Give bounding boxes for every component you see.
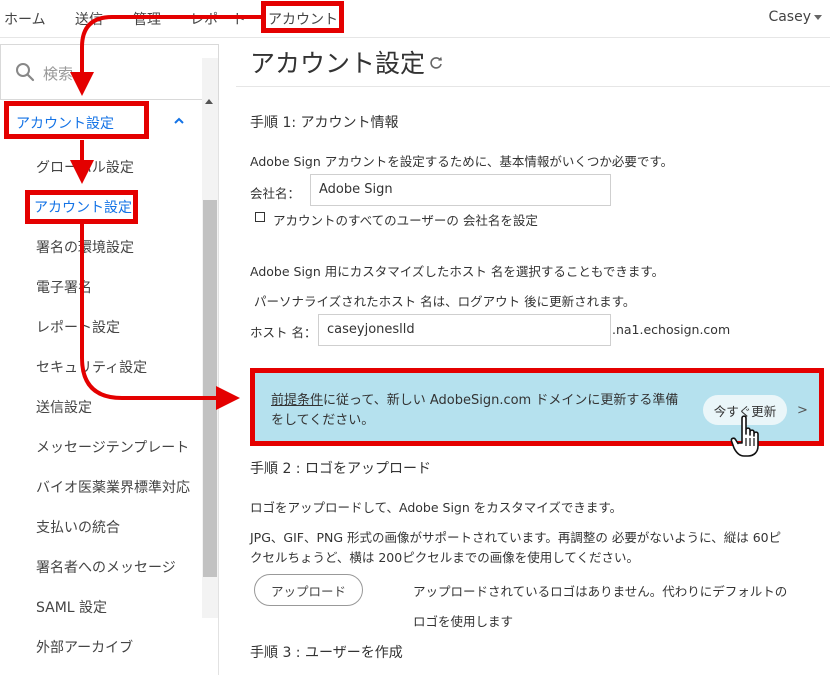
page-title: アカウント設定 <box>250 49 426 78</box>
host-description-2: パーソナライズされたホスト 名は、ログアウト 後に更新されます。 <box>254 294 636 309</box>
sidebar: 検索 アカウント設定 グローバル設定 アカウント設定 署名の環境設定 電子署名 … <box>0 44 219 675</box>
sidebar-item-payments[interactable]: 支払いの統合 <box>36 517 120 537</box>
sidebar-item-send-settings[interactable]: 送信設定 <box>36 397 92 417</box>
upload-logo-button[interactable]: アップロード <box>254 574 363 606</box>
chevron-down-icon <box>814 14 822 20</box>
sidebar-item-external-archive[interactable]: 外部アーカイブ <box>36 637 133 657</box>
refresh-icon[interactable] <box>428 55 444 71</box>
hand-cursor-icon <box>730 415 759 457</box>
sidebar-item-report-settings[interactable]: レポート設定 <box>36 317 120 337</box>
company-name-label: 会社名： <box>250 186 301 201</box>
sidebar-section-account-settings[interactable]: アカウント設定 <box>0 102 202 144</box>
company-name-input[interactable]: Adobe Sign <box>310 174 611 206</box>
nav-reports[interactable]: レポート <box>190 9 246 29</box>
sidebar-item-account-settings[interactable]: アカウント設定 <box>34 197 132 217</box>
no-logo-text-2: ロゴを使用します <box>413 614 514 629</box>
user-name: Casey <box>768 9 811 25</box>
search-box[interactable]: 検索 <box>0 44 219 100</box>
user-menu[interactable]: Casey <box>768 9 822 25</box>
sidebar-item-e-signatures[interactable]: 電子署名 <box>36 277 92 297</box>
banner-next-arrow[interactable]: > <box>797 403 808 418</box>
step1-description: Adobe Sign アカウントを設定するために、基本情報がいくつか必要です。 <box>250 154 674 169</box>
image-format-text-1: JPG、GIF、PNG 形式の画像がサポートされています。再調整の 必要がないよ… <box>250 530 782 545</box>
banner-line-1: 前提条件に従って、新しい AdobeSign.com ドメインに更新する準備 <box>271 389 678 408</box>
step1-title: 手順 1: アカウント情報 <box>250 115 399 131</box>
host-description-1: Adobe Sign 用にカスタマイズしたホスト 名を選択することもできます。 <box>250 264 665 279</box>
sidebar-item-saml-settings[interactable]: SAML 設定 <box>36 597 107 617</box>
image-format-text-2: クセルちょうど、横は 200ピクセルまでの画像を使用してください。 <box>250 550 639 565</box>
sidebar-scrollbar-thumb[interactable] <box>203 200 217 577</box>
step2-title: 手順 2 : ロゴをアップロード <box>250 461 431 477</box>
step2-description: ロゴをアップロードして、Adobe Sign をカスタマイズできます。 <box>250 500 623 515</box>
nav-send[interactable]: 送信 <box>75 9 103 29</box>
banner-text-1: に従って、新しい AdobeSign.com ドメインに更新する準備 <box>323 393 679 408</box>
banner-line-2: をしてください。 <box>271 413 375 428</box>
sidebar-item-message-templates[interactable]: メッセージテンプレート <box>36 437 189 457</box>
search-icon <box>16 63 35 82</box>
top-nav: ホーム 送信 管理 レポート アカウント Casey <box>0 0 830 38</box>
sidebar-item-global-settings[interactable]: グローバル設定 <box>36 157 134 177</box>
search-placeholder: 検索 <box>43 65 74 83</box>
host-name-label: ホスト 名： <box>250 325 317 340</box>
set-company-name-checkbox[interactable] <box>255 212 265 222</box>
host-name-suffix: .na1.echosign.com <box>612 322 731 337</box>
host-name-input[interactable]: caseyjoneslld <box>318 314 611 346</box>
set-company-name-label: アカウントのすべてのユーザーの 会社名を設定 <box>273 213 538 228</box>
nav-home[interactable]: ホーム <box>4 9 46 29</box>
chevron-up-icon <box>174 117 184 124</box>
sidebar-item-signature-preferences[interactable]: 署名の環境設定 <box>36 237 134 257</box>
sidebar-section-label: アカウント設定 <box>16 116 114 132</box>
sidebar-item-biopharma[interactable]: バイオ医薬業界標準対応 <box>36 477 190 497</box>
sidebar-item-security-settings[interactable]: セキュリティ設定 <box>36 357 147 377</box>
step3-title: 手順 3 : ユーザーを作成 <box>250 645 403 661</box>
prerequisites-link[interactable]: 前提条件 <box>271 393 323 408</box>
nav-account[interactable]: アカウント <box>268 9 338 29</box>
scroll-up-arrow-icon[interactable] <box>205 99 213 104</box>
title-divider <box>236 86 830 87</box>
sidebar-item-signer-messages[interactable]: 署名者へのメッセージ <box>36 557 176 577</box>
nav-manage[interactable]: 管理 <box>133 9 161 29</box>
no-logo-text-1: アップロードされているロゴはありません。代わりにデフォルトの <box>413 584 788 599</box>
